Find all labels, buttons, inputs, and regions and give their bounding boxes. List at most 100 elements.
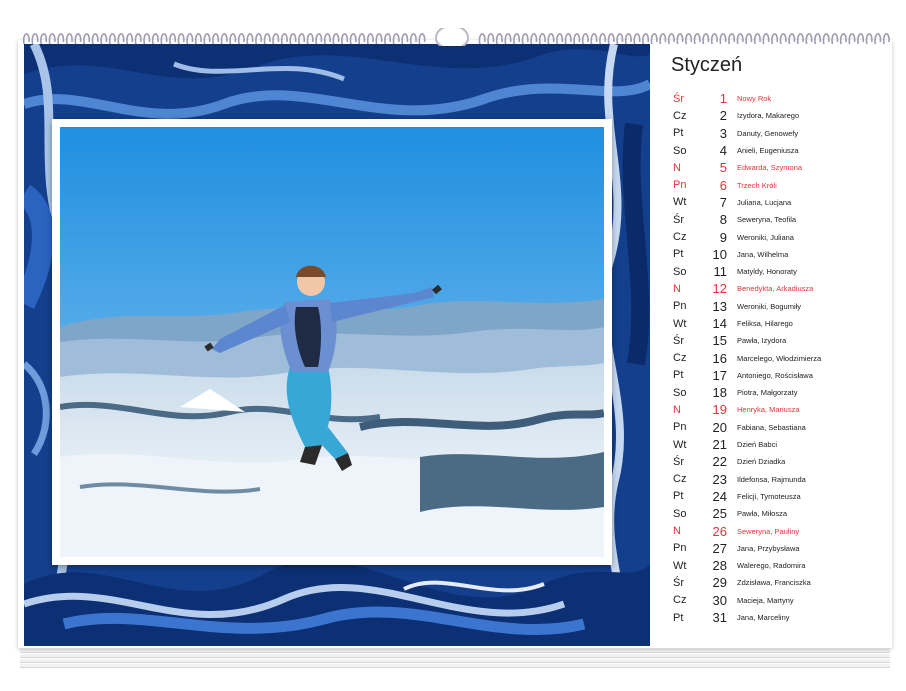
name-day-label: Seweryna, Teofila — [737, 215, 797, 225]
binding-coil — [83, 33, 91, 45]
binding-coil — [375, 33, 383, 45]
binding-coil — [263, 33, 271, 45]
binding-coil — [573, 33, 581, 45]
winter-jump-photo — [60, 127, 604, 557]
binding-coil — [521, 33, 529, 45]
day-number: 24 — [712, 488, 727, 504]
day-abbr: Pn — [673, 300, 687, 313]
day-abbr: Śr — [673, 576, 684, 589]
day-number: 11 — [713, 264, 728, 280]
binding-coil — [805, 33, 813, 45]
binding-coil — [186, 33, 194, 45]
binding-coil — [642, 33, 650, 45]
binding-coil — [753, 33, 761, 45]
day-row: Cz 30 Macieja, Martyny — [673, 592, 888, 609]
month-title: Styczeń — [671, 54, 743, 76]
name-day-label: Nowy Rok — [737, 94, 772, 104]
name-day-label: Matyldy, Honoraty — [737, 267, 797, 277]
day-abbr: N — [673, 161, 681, 174]
day-abbr: Wt — [673, 559, 687, 572]
binding-coil — [177, 33, 185, 45]
day-number: 15 — [712, 333, 727, 349]
name-day-label: Benedykta, Arkadiusza — [737, 284, 814, 294]
binding-coil — [719, 33, 727, 45]
binding-coil — [212, 33, 220, 45]
binding-coil — [504, 33, 512, 45]
day-number: 18 — [712, 385, 727, 401]
binding-coil — [495, 33, 503, 45]
day-row: Śr 1 Nowy Rok — [673, 90, 888, 107]
day-abbr: Śr — [673, 334, 684, 347]
name-day-label: Macieja, Martyny — [737, 595, 794, 605]
day-row: Wt 7 Juliana, Lucjana — [673, 194, 888, 211]
binding-coil — [194, 33, 202, 45]
day-number: 30 — [712, 592, 727, 608]
day-row: N 12 Benedykta, Arkadiusza — [673, 280, 888, 297]
day-abbr: Pn — [673, 179, 687, 192]
binding-coil — [418, 33, 426, 45]
day-number: 4 — [719, 143, 727, 159]
binding-coil — [280, 33, 288, 45]
binding-coil — [237, 33, 245, 45]
day-row: So 4 Anieli, Eugeniusza — [673, 142, 888, 159]
day-row: Śr 29 Zdzisława, Franciszka — [673, 574, 888, 591]
day-row: Śr 15 Pawła, Izydora — [673, 332, 888, 349]
day-abbr: Pt — [673, 127, 684, 140]
day-row: So 18 Piotra, Małgorzaty — [673, 384, 888, 401]
day-number: 14 — [712, 316, 727, 331]
day-abbr: Pn — [673, 421, 687, 434]
day-abbr: Pn — [673, 542, 687, 555]
day-row: Śr 8 Seweryna, Teofila — [673, 211, 888, 228]
binding-coil — [624, 33, 632, 45]
binding-coil — [332, 33, 340, 45]
binding-coil — [229, 33, 237, 45]
day-row: So 11 Matyldy, Honoraty — [673, 263, 888, 280]
name-day-label: Pawła, Izydora — [737, 336, 787, 346]
binding-coil — [676, 33, 684, 45]
name-day-label: Jana, Wilhelma — [737, 249, 789, 259]
binding-coil — [848, 33, 856, 45]
binding-coil — [633, 33, 641, 45]
binding-coil — [478, 33, 486, 45]
photo-frame — [52, 119, 612, 565]
day-number: 23 — [712, 471, 727, 487]
name-day-label: Edwarda, Szymona — [737, 163, 803, 173]
binding-coil — [564, 33, 572, 45]
day-row: So 25 Pawła, Miłosza — [673, 505, 888, 522]
day-abbr: Cz — [673, 352, 687, 365]
name-day-label: Weroniki, Bogumiły — [737, 301, 802, 311]
day-row: N 19 Henryka, Mariusza — [673, 401, 888, 418]
binding-coil — [822, 33, 830, 45]
binding-coil — [143, 33, 151, 45]
day-number: 9 — [719, 229, 727, 245]
name-day-label: Pawła, Miłosza — [737, 509, 788, 519]
day-number: 8 — [719, 212, 727, 228]
day-abbr: N — [673, 525, 681, 538]
day-number: 21 — [712, 437, 727, 453]
name-day-label: Dzień Dziadka — [737, 457, 786, 467]
day-row: Wt 21 Dzień Babci — [673, 436, 888, 453]
binding-coil — [547, 33, 555, 45]
day-number: 25 — [712, 506, 727, 522]
binding-coil — [91, 33, 99, 45]
binding-coil — [831, 33, 839, 45]
day-row: Cz 23 Ildefonsa, Rajmunda — [673, 471, 888, 488]
binding-coil — [538, 33, 546, 45]
calendar-page-stack — [20, 645, 890, 669]
binding-coil — [882, 33, 890, 45]
day-abbr: Wt — [673, 317, 687, 330]
day-number: 5 — [719, 160, 727, 176]
day-number: 13 — [712, 298, 727, 314]
day-number: 10 — [712, 246, 727, 262]
name-day-label: Jana, Przybysława — [737, 543, 800, 553]
day-abbr: Pt — [673, 248, 684, 261]
binding-coil — [31, 33, 39, 45]
day-number: 29 — [712, 575, 727, 591]
name-day-label: Danuty, Genowefy — [737, 128, 799, 138]
name-day-label: Walerego, Radomira — [737, 561, 806, 571]
day-abbr: Wt — [673, 438, 687, 451]
binding-coil — [650, 33, 658, 45]
binding-coil — [745, 33, 753, 45]
binding-coil — [65, 33, 73, 45]
name-day-label: Anieli, Eugeniusza — [737, 146, 799, 156]
